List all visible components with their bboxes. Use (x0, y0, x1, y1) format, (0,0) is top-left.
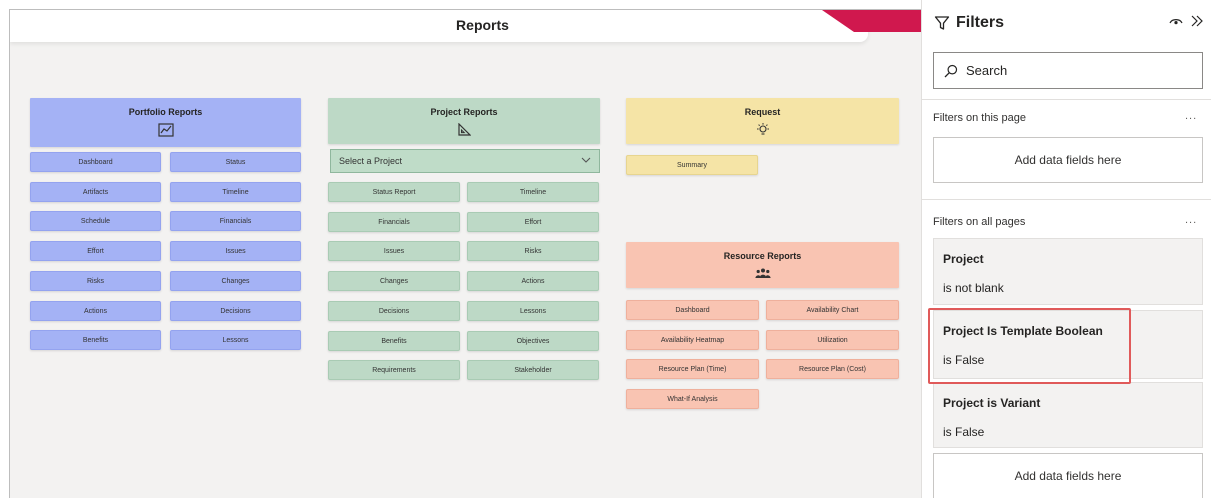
report-link[interactable]: Issues (328, 241, 460, 262)
filters-on-this-page-label: Filters on this page (933, 112, 1026, 124)
report-link[interactable]: Changes (170, 270, 301, 291)
request-header: Request (626, 98, 899, 144)
report-link[interactable]: Effort (30, 241, 161, 262)
resource-reports-title: Resource Reports (723, 251, 802, 261)
project-reports-header: Project Reports (328, 98, 600, 144)
report-link[interactable]: Dashboard (626, 300, 759, 320)
filter-card-project-is-template-boolean[interactable]: Project Is Template Boolean is False (933, 310, 1203, 379)
filter-card-project-is-variant[interactable]: Project is Variant is False (933, 382, 1203, 448)
report-link[interactable]: Status (170, 152, 301, 172)
filters-on-all-pages-label: Filters on all pages (933, 216, 1026, 228)
filter-icon (934, 16, 950, 30)
project-select-value: Select a Project (339, 156, 403, 166)
triangle-ruler-icon (458, 123, 471, 136)
report-link[interactable]: Actions (30, 300, 161, 321)
resource-reports-header: Resource Reports (626, 242, 899, 288)
report-link[interactable]: Risks (30, 270, 161, 291)
report-link[interactable]: Schedule (30, 211, 161, 232)
report-link[interactable]: Issues (170, 241, 301, 262)
chevron-down-icon (581, 157, 591, 163)
report-link[interactable]: Lessons (170, 330, 301, 351)
report-link[interactable]: Financials (328, 211, 460, 232)
report-title: Reports (456, 17, 509, 33)
report-link[interactable]: Utilization (766, 329, 899, 350)
this-page-more-button[interactable]: ... (1185, 110, 1197, 122)
filters-pane: Filters Search Filters on this page ... … (921, 0, 1211, 498)
report-link[interactable]: Decisions (328, 300, 460, 321)
report-link[interactable]: Resource Plan (Cost) (766, 359, 899, 380)
report-link[interactable]: Resource Plan (Time) (626, 359, 759, 380)
filter-card-condition: is False (943, 353, 985, 367)
eye-icon[interactable] (1169, 15, 1183, 27)
report-link[interactable]: Artifacts (30, 181, 161, 202)
report-link[interactable]: Status Report (328, 182, 460, 202)
filter-card-condition: is not blank (943, 281, 1004, 295)
people-icon (754, 268, 771, 278)
filter-search-input[interactable]: Search (933, 52, 1203, 89)
chart-icon (157, 123, 174, 137)
collapse-pane-icon[interactable] (1189, 13, 1205, 29)
filter-card-name: Project (943, 252, 984, 266)
report-link[interactable]: Effort (467, 211, 599, 232)
divider (922, 99, 1211, 100)
all-pages-more-button[interactable]: ... (1185, 214, 1197, 226)
filters-title: Filters (956, 14, 1005, 31)
add-data-fields-all-pages[interactable]: Add data fields here (933, 453, 1203, 498)
report-canvas: Reports Portfolio Reports Dashboard Statu… (9, 9, 921, 498)
portfolio-reports-title: Portfolio Reports (128, 107, 203, 117)
add-data-fields-this-page[interactable]: Add data fields here (933, 137, 1203, 183)
report-link[interactable]: Summary (626, 155, 758, 175)
report-link[interactable]: Availability Chart (766, 300, 899, 320)
report-link[interactable]: Dashboard (30, 152, 161, 172)
search-icon (944, 64, 958, 77)
divider (922, 199, 1211, 200)
filter-card-condition: is False (943, 425, 985, 439)
report-link[interactable]: Lessons (467, 300, 599, 321)
search-placeholder: Search (966, 63, 1008, 78)
report-link[interactable]: What-If Analysis (626, 389, 759, 410)
report-link[interactable]: Timeline (467, 182, 599, 202)
report-link[interactable]: Timeline (170, 181, 301, 202)
project-reports-title: Project Reports (430, 107, 498, 117)
report-link[interactable]: Risks (467, 241, 599, 262)
report-link[interactable]: Objectives (467, 330, 599, 351)
report-link[interactable]: Availability Heatmap (626, 329, 759, 350)
report-link[interactable]: Actions (467, 271, 599, 292)
report-link[interactable]: Benefits (328, 330, 460, 351)
report-link[interactable]: Benefits (30, 330, 161, 351)
report-link[interactable]: Financials (170, 211, 301, 232)
report-link[interactable]: Stakeholder (467, 360, 599, 381)
filters-header: Filters (934, 14, 1004, 32)
filter-card-project[interactable]: Project is not blank (933, 238, 1203, 305)
lightbulb-icon (756, 123, 769, 135)
report-link[interactable]: Changes (328, 271, 460, 292)
project-select[interactable]: Select a Project (330, 149, 600, 173)
filter-card-name: Project Is Template Boolean (943, 324, 1103, 338)
portfolio-reports-header: Portfolio Reports (30, 98, 301, 147)
report-link[interactable]: Decisions (170, 300, 301, 321)
filter-card-name: Project is Variant (943, 396, 1041, 410)
request-title: Request (744, 107, 781, 117)
report-link[interactable]: Requirements (328, 360, 460, 381)
